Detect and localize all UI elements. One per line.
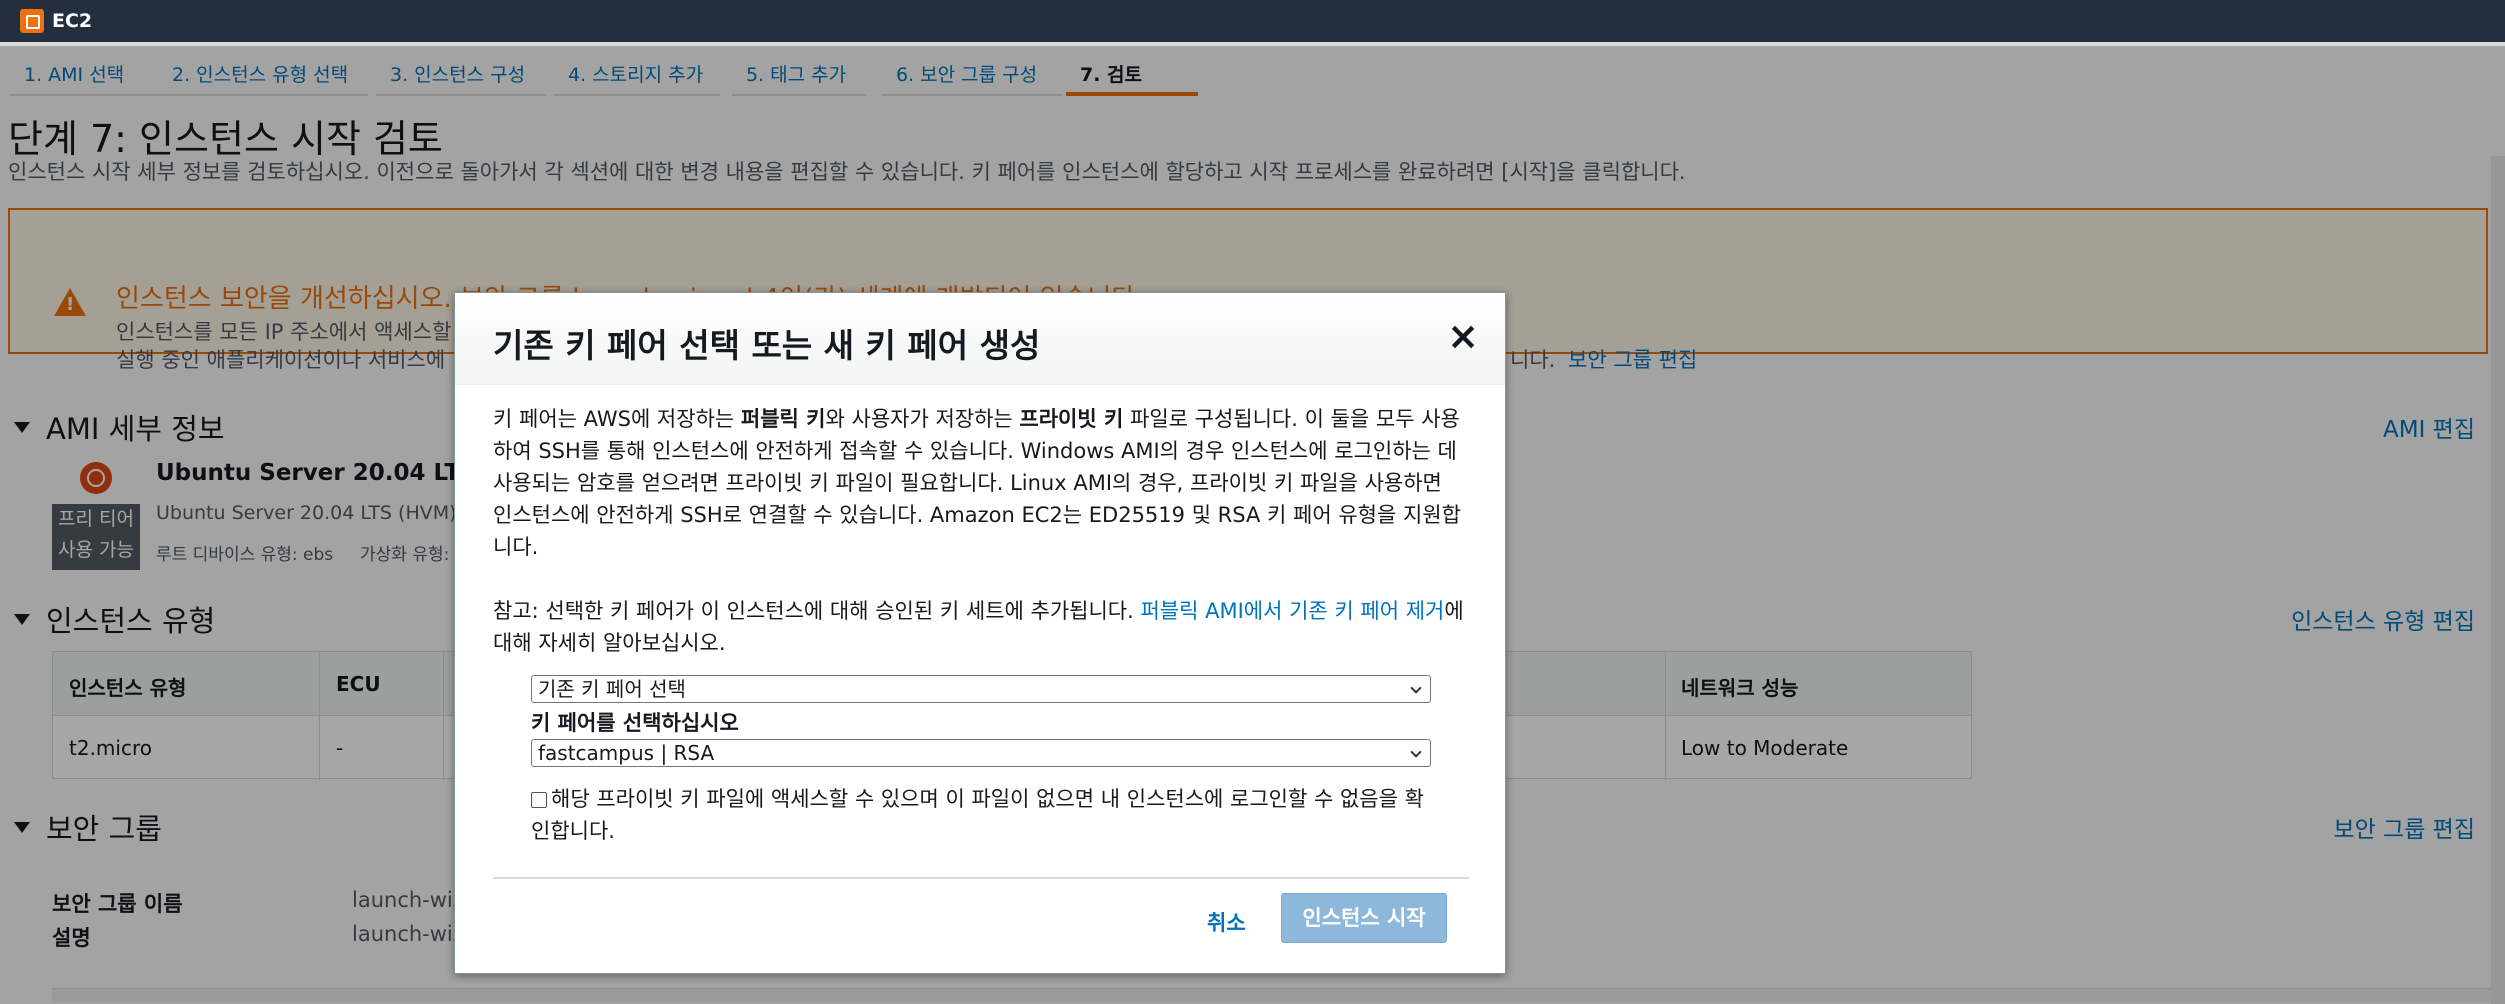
remove-key-pair-link[interactable]: 퍼블릭 AMI에서 기존 키 페어 제거 [1140, 599, 1444, 623]
explanation-text: 와 사용자가 저장하는 [825, 407, 1020, 431]
chevron-down-icon [1410, 682, 1422, 694]
dialog-body: 키 페어는 AWS에 저장하는 퍼블릭 키와 사용자가 저장하는 프라이빗 키 … [493, 403, 1467, 659]
key-pair-note: 참고: 선택한 키 페어가 이 인스턴스에 대해 승인된 키 세트에 추가됩니다… [493, 595, 1467, 659]
app-title[interactable]: EC2 [52, 10, 92, 32]
chevron-down-icon [1410, 746, 1422, 758]
key-pair-mode-select[interactable]: 기존 키 페어 선택 [531, 675, 1431, 703]
acknowledge-checkbox[interactable] [531, 792, 547, 808]
dialog-header: 기존 키 페어 선택 또는 새 키 페어 생성 × [455, 293, 1505, 385]
key-pair-dialog: 기존 키 페어 선택 또는 새 키 페어 생성 × 키 페어는 AWS에 저장하… [454, 292, 1506, 974]
close-icon[interactable]: × [1447, 317, 1479, 355]
acknowledge-row: 해당 프라이빗 키 파일에 액세스할 수 있으며 이 파일이 없으면 내 인스턴… [531, 783, 1441, 847]
top-bar: EC2 [0, 0, 2505, 42]
ec2-logo-icon[interactable] [20, 9, 44, 33]
key-pair-select[interactable]: fastcampus | RSA [531, 739, 1431, 767]
key-pair-explanation: 키 페어는 AWS에 저장하는 퍼블릭 키와 사용자가 저장하는 프라이빗 키 … [493, 403, 1467, 563]
note-text: 참고: 선택한 키 페어가 이 인스턴스에 대해 승인된 키 세트에 추가됩니다… [493, 599, 1141, 623]
dialog-divider [493, 877, 1469, 879]
explanation-text: 키 페어는 AWS에 저장하는 [493, 407, 741, 431]
key-pair-select-label: 키 페어를 선택하십시오 [531, 711, 739, 735]
dialog-title: 기존 키 페어 선택 또는 새 키 페어 생성 [493, 326, 1041, 365]
private-key-term: 프라이빗 키 [1019, 407, 1124, 431]
cancel-button[interactable]: 취소 [1207, 907, 1246, 937]
key-pair-mode-value: 기존 키 페어 선택 [538, 677, 686, 701]
key-pair-value: fastcampus | RSA [538, 741, 715, 765]
acknowledge-label[interactable]: 해당 프라이빗 키 파일에 액세스할 수 있으며 이 파일이 없으면 내 인스턴… [531, 787, 1424, 843]
public-key-term: 퍼블릭 키 [740, 407, 826, 431]
launch-instance-button[interactable]: 인스턴스 시작 [1281, 893, 1447, 943]
